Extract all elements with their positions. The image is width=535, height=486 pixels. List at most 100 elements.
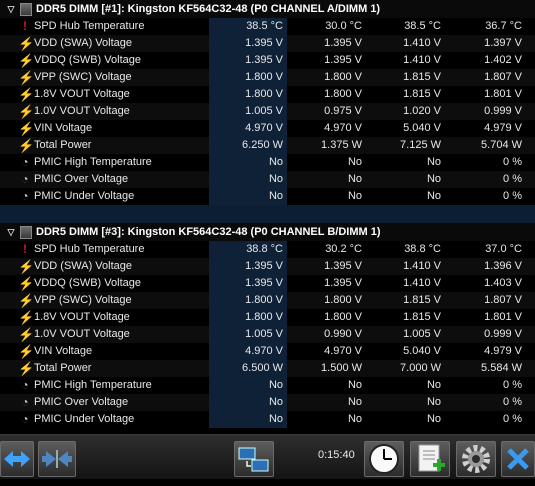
sensor-row[interactable]: ⚡ VDD (SWA) Voltage 1.395 V 1.395 V 1.41…: [0, 258, 535, 275]
clock-icon: ◔: [21, 189, 29, 203]
sensor-row[interactable]: ⚡ VDDQ (SWB) Voltage 1.395 V 1.395 V 1.4…: [0, 52, 535, 69]
network-button[interactable]: [234, 441, 274, 477]
close-button[interactable]: [501, 441, 535, 477]
sensor-row[interactable]: ◔ PMIC Over Voltage No No No 0 %: [0, 171, 535, 188]
current-value: 1.395 V: [209, 258, 287, 275]
memory-module-icon: [20, 225, 32, 239]
average-value: 1.402 V: [484, 54, 522, 66]
current-value: No: [209, 377, 287, 394]
clock-icon: ◔: [21, 378, 29, 392]
collapse-chevron-icon[interactable]: ▽: [4, 227, 18, 238]
close-icon: [507, 448, 529, 470]
voltage-icon: ⚡: [18, 293, 35, 308]
maximum-value: No: [426, 190, 441, 202]
sensor-label: PMIC Under Voltage: [34, 190, 135, 202]
voltage-icon: ⚡: [18, 36, 35, 51]
maximum-value: No: [426, 379, 441, 391]
voltage-icon: ⚡: [18, 276, 35, 291]
sensor-row[interactable]: ⚡ VIN Voltage 4.970 V 4.970 V 5.040 V 4.…: [0, 120, 535, 137]
sensor-row[interactable]: ◔ PMIC Under Voltage No No No 0 %: [0, 188, 535, 205]
current-value: 1.800 V: [209, 69, 287, 86]
sensor-row[interactable]: ◔ PMIC High Temperature No No No 0 %: [0, 154, 535, 171]
sensor-row[interactable]: ⚡ VPP (SWC) Voltage 1.800 V 1.800 V 1.81…: [0, 69, 535, 86]
maximum-value: 1.815 V: [403, 71, 441, 83]
bottom-toolbar: 0:15:40: [0, 434, 535, 479]
voltage-icon: ⚡: [18, 138, 35, 153]
maximum-value: 1.410 V: [403, 277, 441, 289]
clock-button[interactable]: [364, 441, 404, 477]
sensor-label: VDDQ (SWB) Voltage: [34, 54, 141, 66]
sensor-label: Total Power: [34, 139, 92, 151]
average-value: 5.584 W: [481, 362, 522, 374]
collapse-chevron-icon[interactable]: ▽: [4, 4, 18, 15]
minimum-value: No: [347, 173, 362, 185]
clock-icon: [369, 444, 399, 474]
voltage-icon: ⚡: [18, 104, 35, 119]
sensor-row[interactable]: ⚡ Total Power 6.250 W 1.375 W 7.125 W 5.…: [0, 137, 535, 154]
collapse-arrows-icon: [42, 450, 72, 468]
settings-button[interactable]: [456, 441, 496, 477]
sensor-row[interactable]: ⚡ Total Power 6.500 W 1.500 W 7.000 W 5.…: [0, 360, 535, 377]
sensor-row[interactable]: ⚡ VDD (SWA) Voltage 1.395 V 1.395 V 1.41…: [0, 35, 535, 52]
current-value: 1.800 V: [209, 309, 287, 326]
current-value: No: [209, 394, 287, 411]
average-value: 1.807 V: [484, 294, 522, 306]
voltage-icon: ⚡: [18, 361, 35, 376]
nav-left-right-button[interactable]: [0, 441, 34, 477]
sensor-row[interactable]: ⚡ 1.8V VOUT Voltage 1.800 V 1.800 V 1.81…: [0, 86, 535, 103]
average-value: 0 %: [503, 396, 522, 408]
average-value: 1.807 V: [484, 71, 522, 83]
section-header-dimm1[interactable]: ▽ DDR5 DIMM [#1]: Kingston KF564C32-48 (…: [0, 0, 535, 18]
current-value: 4.970 V: [209, 343, 287, 360]
voltage-icon: ⚡: [18, 310, 35, 325]
sensor-label: VDD (SWA) Voltage: [34, 37, 133, 49]
minimum-value: 1.375 W: [321, 139, 362, 151]
nav-left-right-icon: [4, 451, 30, 467]
minimum-value: 1.395 V: [324, 260, 362, 272]
sensor-label: VDDQ (SWB) Voltage: [34, 277, 141, 289]
current-value: 1.800 V: [209, 292, 287, 309]
sensor-row[interactable]: ⚡ 1.0V VOUT Voltage 1.005 V 0.975 V 1.02…: [0, 103, 535, 120]
add-report-icon: [418, 444, 445, 472]
sensor-row[interactable]: ! SPD Hub Temperature 38.8 °C 30.2 °C 38…: [0, 241, 535, 258]
current-value: 4.970 V: [209, 120, 287, 137]
collapse-arrows-button[interactable]: [38, 441, 76, 477]
sensor-row[interactable]: ⚡ VIN Voltage 4.970 V 4.970 V 5.040 V 4.…: [0, 343, 535, 360]
sensor-label: PMIC High Temperature: [34, 156, 152, 168]
maximum-value: 5.040 V: [403, 122, 441, 134]
add-report-button[interactable]: [410, 441, 450, 477]
voltage-icon: ⚡: [18, 87, 35, 102]
sensor-row[interactable]: ⚡ 1.0V VOUT Voltage 1.005 V 0.990 V 1.00…: [0, 326, 535, 343]
average-value: 0 %: [503, 413, 522, 425]
maximum-value: 7.125 W: [400, 139, 441, 151]
average-value: 1.801 V: [484, 311, 522, 323]
current-value: 1.395 V: [209, 35, 287, 52]
current-value: 38.8 °C: [209, 241, 287, 258]
sensor-row[interactable]: ⚡ 1.8V VOUT Voltage 1.800 V 1.800 V 1.81…: [0, 309, 535, 326]
sensor-label: Total Power: [34, 362, 92, 374]
current-value: No: [209, 188, 287, 205]
minimum-value: No: [347, 413, 362, 425]
sensor-row[interactable]: ⚡ VPP (SWC) Voltage 1.800 V 1.800 V 1.81…: [0, 292, 535, 309]
current-value: 1.005 V: [209, 103, 287, 120]
clock-icon: ◔: [21, 172, 29, 186]
sensor-label: 1.8V VOUT Voltage: [34, 311, 130, 323]
sensor-row[interactable]: ⚡ VDDQ (SWB) Voltage 1.395 V 1.395 V 1.4…: [0, 275, 535, 292]
minimum-value: 1.800 V: [324, 71, 362, 83]
sensor-row[interactable]: ◔ PMIC High Temperature No No No 0 %: [0, 377, 535, 394]
maximum-value: 1.020 V: [403, 105, 441, 117]
average-value: 4.979 V: [484, 345, 522, 357]
sensor-row[interactable]: ! SPD Hub Temperature 38.5 °C 30.0 °C 38…: [0, 18, 535, 35]
sensor-row[interactable]: ◔ PMIC Under Voltage No No No 0 %: [0, 411, 535, 428]
maximum-value: 1.815 V: [403, 311, 441, 323]
maximum-value: 5.040 V: [403, 345, 441, 357]
maximum-value: 1.005 V: [403, 328, 441, 340]
current-value: No: [209, 171, 287, 188]
sensor-row[interactable]: ◔ PMIC Over Voltage No No No 0 %: [0, 394, 535, 411]
sensor-label: VIN Voltage: [34, 122, 93, 134]
section-header-dimm3[interactable]: ▽ DDR5 DIMM [#3]: Kingston KF564C32-48 (…: [0, 223, 535, 241]
sensor-label: VPP (SWC) Voltage: [34, 294, 132, 306]
current-value: 1.395 V: [209, 52, 287, 69]
current-value: No: [209, 411, 287, 428]
average-value: 1.397 V: [484, 37, 522, 49]
